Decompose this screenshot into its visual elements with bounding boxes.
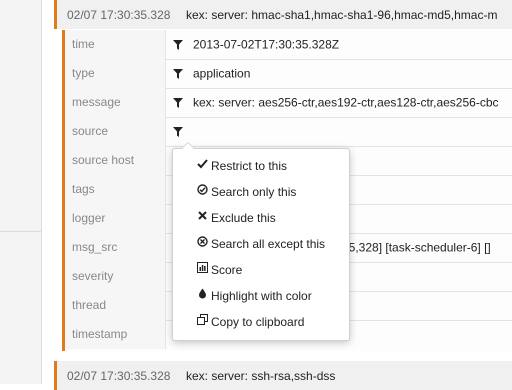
menu-item-label: Restrict to this bbox=[211, 159, 288, 173]
menu-item-label: Copy to clipboard bbox=[211, 315, 305, 329]
menu-item-label: Highlight with color bbox=[211, 289, 312, 303]
field-value: 35,328] [task-scheduler-6] [] bbox=[342, 240, 491, 255]
menu-item-label: Search all except this bbox=[211, 237, 326, 251]
field-value: 2013-07-02T17:30:35.328Z bbox=[193, 37, 340, 52]
menu-item-highlight[interactable]: Highlight with color bbox=[173, 283, 349, 309]
log-entry-timestamp: 02/07 17:30:35.328 bbox=[67, 368, 171, 383]
circle-cross-icon bbox=[196, 231, 208, 257]
field-key: message bbox=[65, 88, 166, 117]
log-entry-timestamp: 02/07 17:30:35.328 bbox=[67, 7, 171, 22]
field-key: source bbox=[65, 117, 166, 146]
menu-item-search-except[interactable]: Search all except this bbox=[173, 231, 349, 257]
menu-item-search-only[interactable]: Search only this bbox=[173, 179, 349, 205]
field-key: source host bbox=[65, 146, 166, 175]
field-key: severity bbox=[65, 262, 166, 291]
field-key: tags bbox=[65, 175, 166, 204]
field-key: msg_src bbox=[65, 233, 166, 262]
menu-item-exclude[interactable]: Exclude this bbox=[173, 205, 349, 231]
menu-item-label: Exclude this bbox=[211, 211, 276, 225]
field-key: thread bbox=[65, 291, 166, 320]
menu-item-copy[interactable]: Copy to clipboard bbox=[173, 309, 349, 335]
clipboard-icon bbox=[196, 309, 208, 335]
left-rail bbox=[0, 0, 42, 384]
check-icon bbox=[196, 153, 208, 179]
filter-icon[interactable] bbox=[173, 30, 193, 59]
filter-icon[interactable] bbox=[173, 59, 193, 88]
field-key: type bbox=[65, 59, 166, 88]
drop-icon bbox=[196, 283, 208, 309]
field-value: kex: server: aes256-ctr,aes192-ctr,aes12… bbox=[193, 95, 499, 110]
field-row-source: source bbox=[65, 117, 512, 147]
filter-icon[interactable] bbox=[173, 88, 193, 117]
menu-item-score[interactable]: Score bbox=[173, 257, 349, 283]
bar-chart-icon bbox=[196, 257, 208, 283]
field-row-type: type application bbox=[65, 59, 512, 89]
log-entry-header-top[interactable]: 02/07 17:30:35.328 kex: server: hmac-sha… bbox=[54, 0, 512, 29]
field-context-menu: Restrict to this Search only this Exclud… bbox=[172, 142, 350, 341]
menu-item-restrict[interactable]: Restrict to this bbox=[173, 153, 349, 179]
field-value: application bbox=[193, 66, 251, 81]
rail-divider bbox=[0, 231, 41, 232]
field-row-time: time 2013-07-02T17:30:35.328Z bbox=[65, 30, 512, 60]
circle-check-icon bbox=[196, 179, 208, 205]
field-key: timestamp bbox=[65, 320, 166, 349]
log-entry-message: kex: server: hmac-sha1,hmac-sha1-96,hmac… bbox=[186, 7, 498, 22]
log-entry-message: kex: server: ssh-rsa,ssh-dss bbox=[186, 368, 336, 383]
menu-item-label: Search only this bbox=[211, 185, 297, 199]
field-key: logger bbox=[65, 204, 166, 233]
field-row-message: message kex: server: aes256-ctr,aes192-c… bbox=[65, 88, 512, 118]
menu-item-label: Score bbox=[211, 263, 243, 277]
log-entry-header-bottom[interactable]: 02/07 17:30:35.328 kex: server: ssh-rsa,… bbox=[54, 361, 512, 390]
field-key: time bbox=[65, 30, 166, 59]
cross-icon bbox=[196, 205, 208, 231]
